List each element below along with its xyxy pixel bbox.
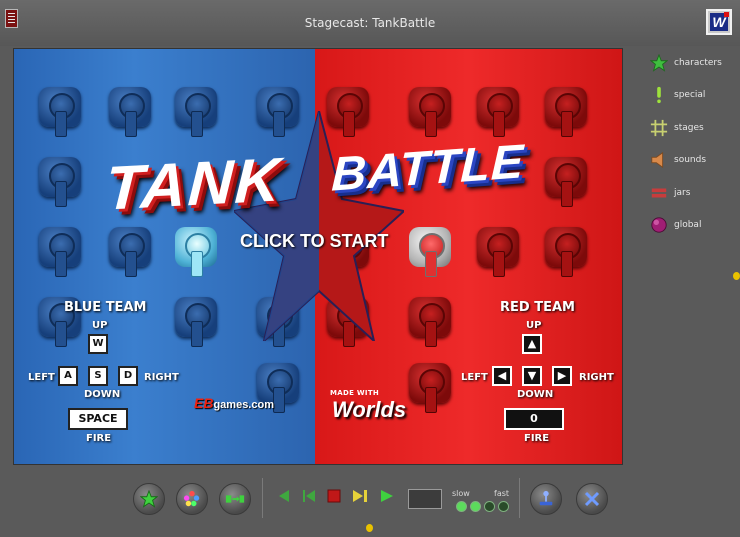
title-bar: Stagecast: TankBattle W	[0, 0, 740, 46]
stop-icon[interactable]	[327, 489, 341, 507]
red-tank	[406, 293, 454, 351]
palette-item-special[interactable]: special	[650, 86, 740, 106]
red-up-label: UP	[526, 320, 542, 331]
blue-key-down: S	[88, 366, 108, 386]
rewind-icon[interactable]	[302, 489, 316, 507]
resize-marker	[733, 272, 740, 280]
grid-icon	[650, 119, 668, 137]
red-left-label: LEFT	[461, 372, 488, 383]
red-down-label: DOWN	[517, 389, 554, 400]
star-icon	[650, 54, 668, 72]
blue-key-fire: SPACE	[68, 408, 128, 430]
jar-icon	[650, 184, 668, 202]
palette-label: sounds	[674, 155, 707, 165]
eb-brand: EB	[194, 395, 214, 411]
red-fire-label: FIRE	[524, 433, 550, 444]
palette-label: global	[674, 220, 702, 230]
red-score-box: 0	[504, 408, 564, 430]
new-character-button[interactable]	[133, 483, 165, 515]
palette-label: characters	[674, 58, 722, 68]
red-player-tank	[406, 223, 454, 281]
exclamation-icon	[650, 86, 668, 104]
logo-red-corner	[724, 12, 729, 17]
palette-item-characters[interactable]: characters	[650, 54, 740, 74]
logo-tank-text: TANK	[103, 145, 284, 224]
red-tank	[542, 153, 590, 211]
made-with-label: MADE WITH	[330, 389, 380, 397]
worlds-logo-icon[interactable]: W	[706, 9, 732, 35]
globe-icon	[650, 216, 668, 234]
game-stage[interactable]: TANK BATTLE CLICK TO START BLUE TEAM UP …	[13, 48, 623, 465]
speed-dot[interactable]	[470, 501, 481, 512]
blue-fire-label: FIRE	[86, 433, 112, 444]
speed-dot[interactable]	[484, 501, 495, 512]
palette-item-jars[interactable]: jars	[650, 184, 740, 204]
rule-arrow-icon	[225, 495, 245, 503]
blue-tank	[172, 83, 220, 141]
palette-item-sounds[interactable]: sounds	[650, 151, 740, 171]
blue-tank	[172, 293, 220, 351]
control-separator	[519, 478, 520, 518]
clock-counter	[408, 489, 442, 509]
red-tank	[542, 223, 590, 281]
blue-tank	[36, 83, 84, 141]
step-back-icon[interactable]	[277, 489, 291, 507]
eb-games-logo: EBgames.com	[194, 395, 274, 411]
play-icon[interactable]	[380, 489, 394, 507]
erase-button[interactable]	[576, 483, 608, 515]
blue-tank	[36, 223, 84, 281]
palette-label: jars	[674, 188, 691, 198]
speed-dot[interactable]	[498, 501, 509, 512]
variables-button[interactable]	[176, 483, 208, 515]
blue-tank	[36, 153, 84, 211]
red-key-up: ▲	[522, 334, 542, 354]
red-key-right: ▶	[552, 366, 572, 386]
red-key-down: ▼	[522, 366, 542, 386]
step-forward-icon[interactable]	[352, 489, 368, 507]
eb-suffix: games.com	[213, 399, 274, 411]
joystick-icon	[539, 490, 553, 506]
palette-item-stages[interactable]: stages	[650, 119, 740, 139]
red-tank	[474, 83, 522, 141]
blue-right-label: RIGHT	[144, 372, 179, 383]
blue-left-label: LEFT	[28, 372, 55, 383]
worlds-logo-text: Worlds	[332, 397, 407, 422]
red-right-label: RIGHT	[579, 372, 614, 383]
red-team-label: RED TEAM	[500, 300, 575, 315]
blue-key-up: W	[88, 334, 108, 354]
blue-team-label: BLUE TEAM	[64, 300, 147, 315]
blue-up-label: UP	[92, 320, 108, 331]
blue-key-right: D	[118, 366, 138, 386]
record-button[interactable]	[530, 483, 562, 515]
window-title: Stagecast: TankBattle	[304, 16, 436, 30]
speed-fast-label: fast	[494, 489, 510, 498]
star-icon	[140, 490, 158, 508]
speed-dot[interactable]	[456, 501, 467, 512]
rule-button[interactable]	[219, 483, 251, 515]
control-separator	[262, 478, 263, 518]
blue-player-tank	[172, 223, 220, 281]
click-to-start[interactable]: CLICK TO START	[240, 231, 390, 252]
red-key-left: ◀	[492, 366, 512, 386]
red-tank	[406, 359, 454, 417]
speed-slow-label: slow	[452, 489, 470, 498]
color-dots-icon	[183, 490, 200, 507]
speaker-icon	[650, 151, 668, 169]
palette-label: stages	[674, 123, 704, 133]
control-bar	[0, 470, 740, 537]
x-icon	[584, 491, 600, 507]
red-tank	[474, 223, 522, 281]
blue-tank	[106, 223, 154, 281]
red-tank	[542, 83, 590, 141]
palette-label: special	[674, 90, 706, 100]
blue-down-label: DOWN	[84, 389, 121, 400]
red-tank	[406, 83, 454, 141]
blue-key-left: A	[58, 366, 78, 386]
blue-tank	[106, 83, 154, 141]
palette-item-global[interactable]: global	[650, 216, 740, 236]
